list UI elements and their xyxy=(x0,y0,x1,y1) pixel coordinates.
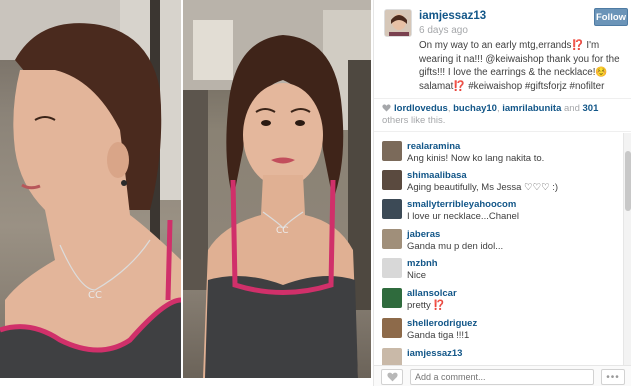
photo-left-illustration: CC xyxy=(0,0,181,378)
comment-username[interactable]: shimaalibasa xyxy=(407,170,467,181)
likes-and: and xyxy=(561,103,583,114)
post-caption: On my way to an early mtg,errands⁉️ I'm … xyxy=(419,40,620,92)
comment-username[interactable]: smallyterribleyahoocom xyxy=(407,199,516,210)
post-photo[interactable]: CC CC xyxy=(0,0,372,386)
comment-text: I love ur necklace...Chanel xyxy=(407,211,519,222)
list-item: mzbnh Nice xyxy=(374,254,622,285)
post-header: iamjessaz13 6 days ago Follow On my way … xyxy=(374,0,631,98)
likes-others-text: others like this. xyxy=(382,115,446,126)
photo-right-illustration: CC xyxy=(183,0,371,378)
more-options-button[interactable]: ••• xyxy=(601,369,625,385)
list-item: shellerodriguez Ganda tiga !!!1 xyxy=(374,314,622,345)
post-info-panel: iamjessaz13 6 days ago Follow On my way … xyxy=(373,0,631,386)
comment-username[interactable]: allansolcar xyxy=(407,288,457,299)
list-item: smallyterribleyahoocom I love ur necklac… xyxy=(374,195,622,226)
scrollbar-thumb[interactable] xyxy=(625,151,631,211)
comment-username[interactable]: iamjessaz13 xyxy=(407,348,462,359)
likes-others-count[interactable]: 301 xyxy=(583,103,599,114)
photo-left-profile: CC xyxy=(0,0,181,378)
comment-input[interactable] xyxy=(410,369,594,385)
comment-avatar[interactable] xyxy=(382,170,402,190)
comment-username[interactable]: realaramina xyxy=(407,141,460,152)
comments-list: realaramina Ang kinis! Now ko lang nakit… xyxy=(374,133,622,365)
comment-text: Ganda tiga !!!1 xyxy=(407,330,470,341)
list-item: allansolcar pretty ⁉️ xyxy=(374,284,622,315)
likes-summary: lordlovedus, buchay10, iamrilabunita and… xyxy=(374,98,631,132)
svg-text:CC: CC xyxy=(276,226,289,236)
comment-avatar[interactable] xyxy=(382,199,402,219)
comment-text: Nice xyxy=(407,270,427,281)
list-item: iamjessaz13 xyxy=(374,344,622,365)
avatar[interactable] xyxy=(384,9,412,37)
svg-text:CC: CC xyxy=(88,290,102,301)
liker-link[interactable]: lordlovedus xyxy=(394,103,448,114)
list-item: realaramina Ang kinis! Now ko lang nakit… xyxy=(374,137,622,168)
photo-right-front: CC xyxy=(183,0,371,378)
comment-text: Ang kinis! Now ko lang nakita to. xyxy=(407,153,545,164)
follow-button[interactable]: Follow xyxy=(594,8,628,26)
comment-avatar[interactable] xyxy=(382,229,402,249)
comment-avatar[interactable] xyxy=(382,141,402,161)
comment-username[interactable]: jaberas xyxy=(407,229,440,240)
list-item: jaberas Ganda mu p den idol... xyxy=(374,225,622,256)
comment-avatar[interactable] xyxy=(382,348,402,365)
heart-icon xyxy=(386,372,398,382)
comment-avatar[interactable] xyxy=(382,318,402,338)
comment-username[interactable]: mzbnh xyxy=(407,258,438,269)
comment-text: Aging beautifully, Ms Jessa ♡♡♡ :) xyxy=(407,182,559,193)
comment-text: pretty ⁉️ xyxy=(407,300,446,311)
comment-avatar[interactable] xyxy=(382,288,402,308)
like-button[interactable] xyxy=(381,369,403,385)
comment-avatar[interactable] xyxy=(382,258,402,278)
heart-icon xyxy=(382,104,391,113)
comments-scrollbar[interactable] xyxy=(623,133,631,365)
liker-link[interactable]: iamrilabunita xyxy=(502,103,561,114)
liker-link[interactable]: buchay10 xyxy=(453,103,497,114)
comment-bar: ••• xyxy=(374,365,631,386)
post-username[interactable]: iamjessaz13 xyxy=(419,10,486,22)
comment-text: Ganda mu p den idol... xyxy=(407,241,504,252)
post-timestamp: 6 days ago xyxy=(419,25,468,36)
comment-username[interactable]: shellerodriguez xyxy=(407,318,477,329)
list-item: shimaalibasa Aging beautifully, Ms Jessa… xyxy=(374,166,622,197)
